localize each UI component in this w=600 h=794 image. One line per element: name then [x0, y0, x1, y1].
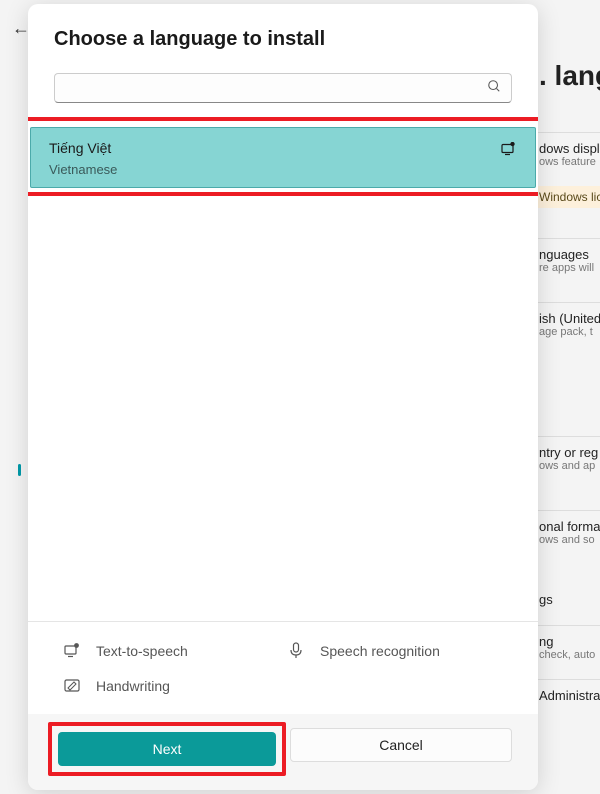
bg-setting-item: ntry or reg ows and ap [535, 436, 600, 480]
bg-setting-item: Administrative [535, 679, 600, 711]
handwriting-icon [64, 678, 82, 694]
language-names: Tiếng Việt Vietnamese [49, 140, 117, 177]
display-language-icon [499, 142, 517, 159]
language-install-dialog: Choose a language to install Tiếng Việt … [28, 4, 538, 790]
sidebar-active-indicator [18, 464, 21, 476]
bg-setting-item: ng check, auto [535, 625, 600, 669]
bg-highlight-banner: Windows lic [535, 186, 600, 208]
feature-handwriting: Handwriting [64, 678, 278, 694]
tts-icon [64, 643, 82, 659]
language-features: Text-to-speech Speech recognition Handwr… [28, 621, 538, 714]
language-search-input[interactable] [54, 73, 512, 103]
annotation-highlight-next: Next [48, 722, 286, 776]
feature-text-to-speech: Text-to-speech [64, 642, 278, 660]
feature-label: Text-to-speech [96, 643, 188, 659]
next-button[interactable]: Next [58, 732, 276, 766]
bg-setting-item: ish (United age pack, t [535, 302, 600, 346]
bg-setting-item: onal forma ows and so [535, 510, 600, 554]
bg-setting-item: gs [535, 584, 600, 615]
language-english-name: Vietnamese [49, 162, 117, 177]
annotation-highlight-selected: Tiếng Việt Vietnamese [28, 117, 538, 196]
language-item-vietnamese[interactable]: Tiếng Việt Vietnamese [30, 127, 536, 188]
microphone-icon [288, 642, 306, 660]
search-icon [487, 79, 501, 98]
dialog-title: Choose a language to install [54, 28, 512, 51]
feature-speech-recognition: Speech recognition [288, 642, 502, 660]
dialog-button-bar: Next Cancel [28, 714, 538, 790]
dialog-header: Choose a language to install [28, 4, 538, 65]
language-native-name: Tiếng Việt [49, 140, 117, 156]
page-title-partial: . lang [535, 60, 600, 122]
feature-label: Speech recognition [320, 643, 440, 659]
cancel-button[interactable]: Cancel [290, 728, 512, 762]
bg-setting-item: nguages re apps will [535, 238, 600, 282]
settings-background: . lang dows displ ows feature Windows li… [535, 0, 600, 794]
bg-setting-item: dows displ ows feature [535, 132, 600, 176]
feature-label: Handwriting [96, 678, 170, 694]
language-list: Tiếng Việt Vietnamese [28, 117, 538, 621]
